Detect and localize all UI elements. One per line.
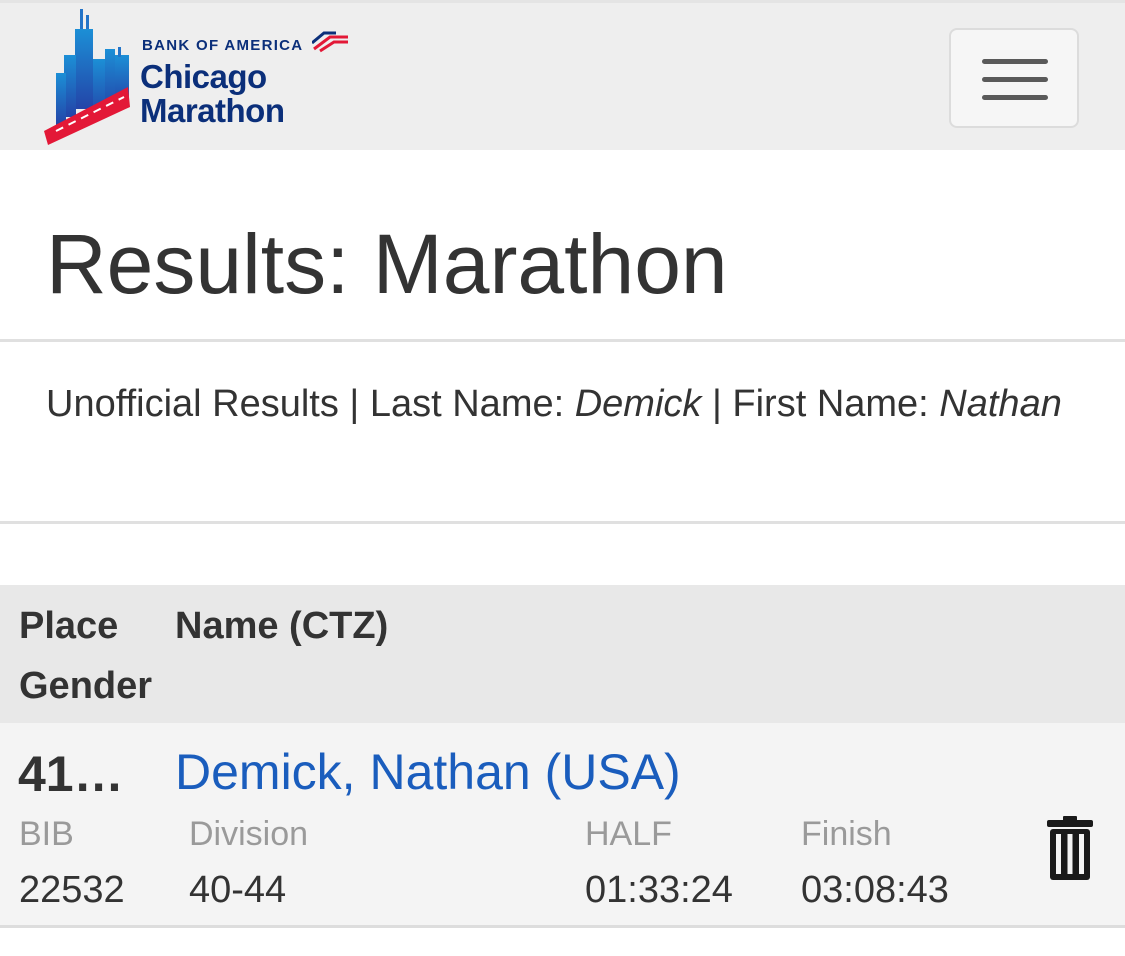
row-place: 41… [18,746,124,802]
logo-chicago-text: Chicago [140,58,267,95]
header-name[interactable]: Name (CTZ) [175,604,388,648]
filter-prefix: Unofficial Results | Last Name: [46,383,575,425]
table-row[interactable]: 41… Demick, Nathan (USA) BIB 22532 Divis… [0,723,1125,928]
half-label: HALF [585,815,672,853]
skyline-logo-icon [44,9,130,145]
division-value: 40-44 [189,869,287,911]
search-filter-summary: Unofficial Results | Last Name: Demick |… [46,374,1086,434]
bib-value: 22532 [19,869,125,911]
header-place[interactable]: Place [19,604,118,648]
filter-first-name: Nathan [939,383,1062,425]
bank-of-america-text: BANK OF AMERICA [142,37,304,54]
trash-icon[interactable] [1046,816,1094,880]
bib-label: BIB [19,815,74,853]
logo-marathon-text: Marathon [140,92,285,129]
divider [0,521,1125,524]
chicago-marathon-logo[interactable]: BANK OF AMERICA Chicago Marathon [44,9,364,145]
page-title: Results: Marathon [46,217,728,311]
divider [0,339,1125,342]
finish-value: 03:08:43 [801,869,949,911]
menu-button[interactable] [949,28,1079,128]
header-gender[interactable]: Gender [19,664,152,708]
results-table-header: Place Gender Name (CTZ) [0,585,1125,723]
division-label: Division [189,815,309,853]
finish-label: Finish [801,815,892,853]
filter-last-name: Demick [574,383,702,425]
filter-middle: | First Name: [701,383,940,425]
site-header: BANK OF AMERICA Chicago Marathon [0,0,1125,150]
runner-name-link[interactable]: Demick, Nathan (USA) [175,743,681,801]
bank-of-america-flag-icon [312,31,348,53]
half-value: 01:33:24 [585,869,733,911]
